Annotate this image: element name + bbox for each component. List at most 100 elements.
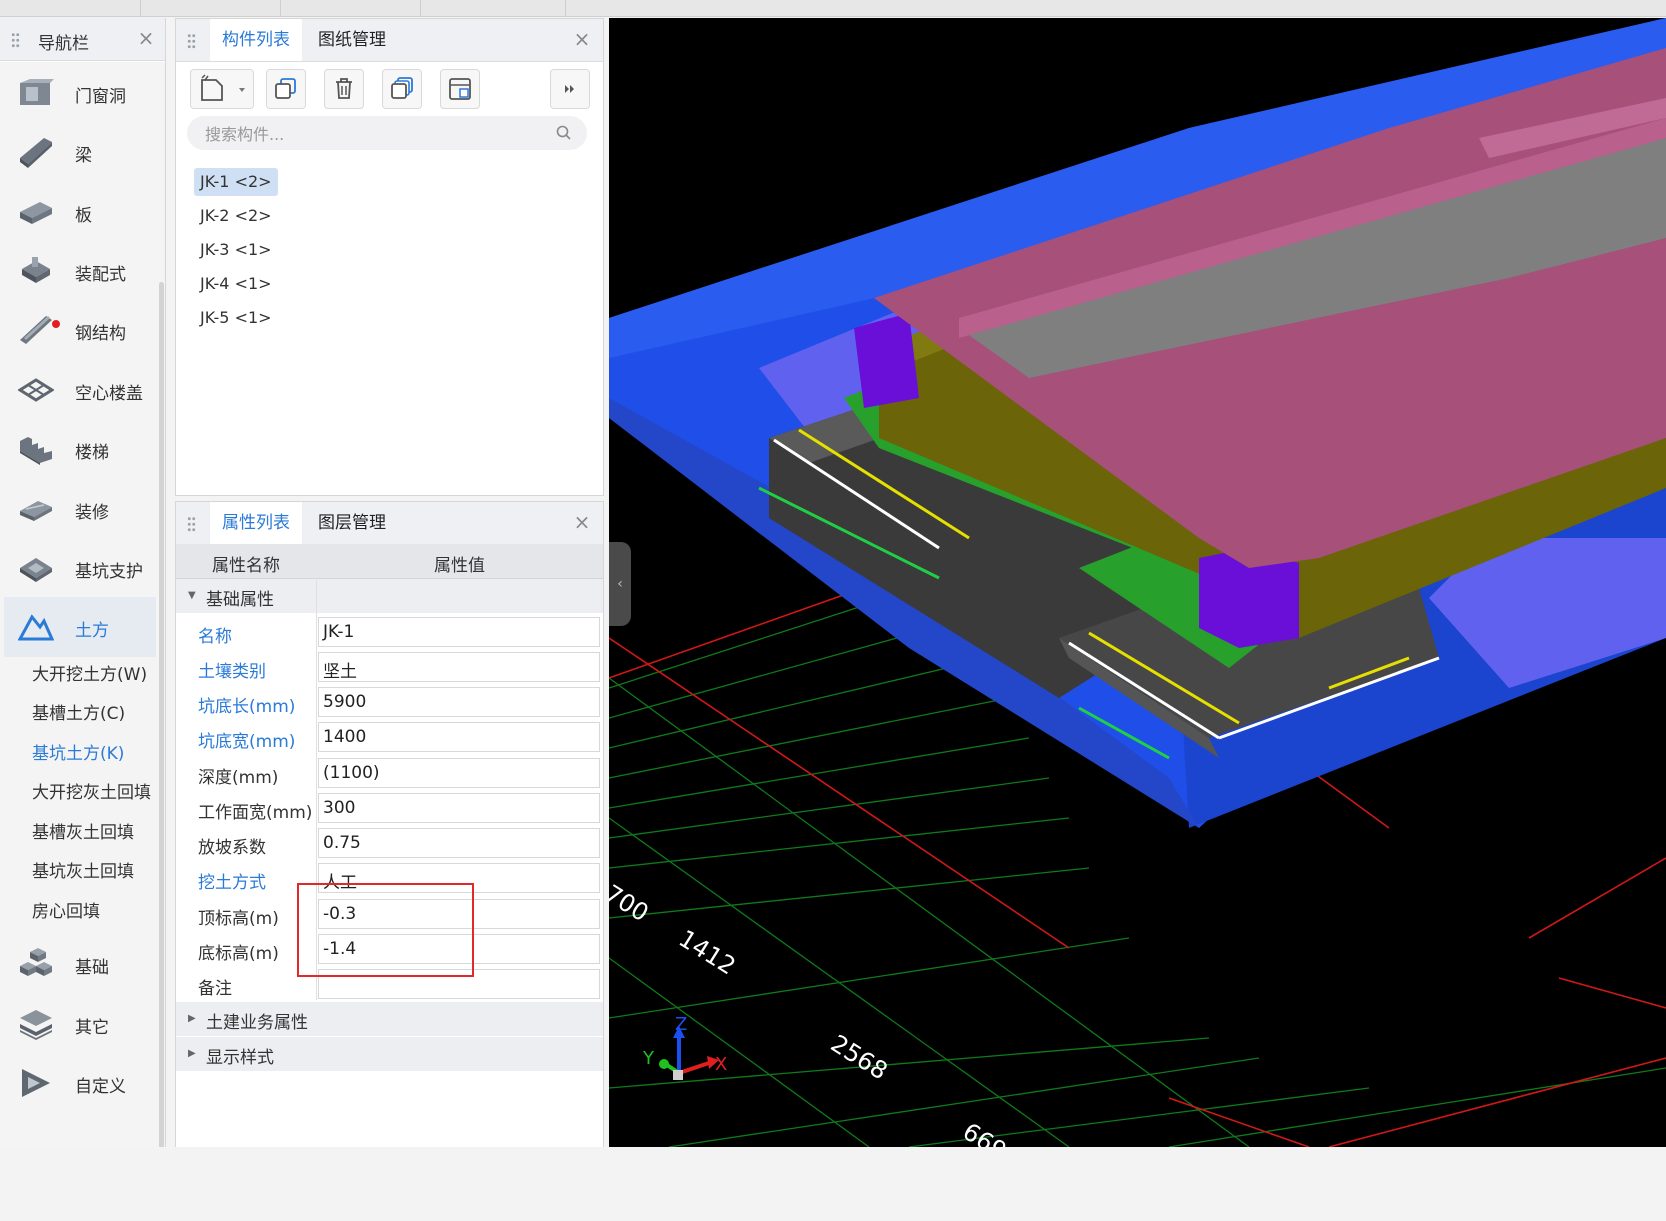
sub-item-room-backfill[interactable]: 房心回填 [32, 897, 100, 922]
component-item[interactable]: JK-3 <1> [194, 236, 278, 264]
sub-item-trench-lime-backfill[interactable]: 基槽灰土回填 [32, 818, 134, 843]
section-display-style[interactable]: ▶ 显示样式 [176, 1037, 603, 1071]
tab-property-list[interactable]: 属性列表 [210, 502, 302, 544]
property-row: 坑底宽(mm) 1400 [176, 719, 603, 754]
property-value: 5900 [323, 692, 367, 712]
sub-item-open-lime-backfill[interactable]: 大开挖灰土回填 [32, 778, 151, 803]
top-tab[interactable] [420, 0, 566, 16]
top-tab[interactable] [0, 0, 141, 16]
nav-item-label: 梁 [75, 146, 92, 166]
nav-item-prefab[interactable]: 装配式 [4, 241, 156, 301]
nav-item-hollow-floor[interactable]: 空心楼盖 [4, 360, 156, 420]
nav-item-slab[interactable]: 板 [4, 182, 156, 242]
top-tab[interactable] [280, 0, 421, 16]
nav-item-custom[interactable]: 自定义 [4, 1053, 156, 1113]
navigation-list: 门窗洞 梁 板 装配式 钢结构 空心楼盖 楼梯 装修 基坑支护 土方 大开挖土方… [0, 62, 158, 1221]
top-tab[interactable] [140, 0, 281, 16]
drag-handle-icon[interactable] [11, 32, 20, 48]
dimension-label: 2568 [826, 1029, 893, 1085]
sub-item-trench-excavation[interactable]: 基槽土方(C) [32, 699, 125, 724]
save-component-button[interactable] [440, 69, 480, 109]
section-title: 土建业务属性 [206, 1013, 308, 1033]
nav-item-earthwork[interactable]: 土方 [4, 597, 156, 657]
navigation-panel-title: 导航栏 [38, 34, 89, 54]
property-value-field[interactable]: 300 [318, 793, 600, 823]
nav-item-beam[interactable]: 梁 [4, 122, 156, 182]
navigation-panel: 导航栏 × 门窗洞 梁 板 装配式 钢结构 空心楼盖 楼梯 装修 基坑支护 土方… [0, 18, 166, 1221]
3d-viewport[interactable]: Z X Y 700 1412 2568 669 [609, 18, 1666, 1147]
sub-item-pit-lime-backfill[interactable]: 基坑灰土回填 [32, 857, 134, 882]
property-panel: 属性列表 图层管理 × 属性名称 属性值 ▼ 基础属性 名称 JK-1 土壤类别… [175, 501, 604, 1149]
axis-gizmo: Z X Y [642, 1014, 727, 1080]
notification-dot [52, 320, 60, 328]
property-value-field[interactable]: 0.75 [318, 828, 600, 858]
trash-icon [336, 78, 352, 99]
nav-item-pit-support[interactable]: 基坑支护 [4, 538, 156, 598]
property-name: 顶标高(m) [198, 909, 279, 929]
nav-item-stairs[interactable]: 楼梯 [4, 419, 156, 479]
component-item[interactable]: JK-2 <2> [194, 202, 278, 230]
caret-right-icon: ▶ [188, 1048, 196, 1059]
property-table-header: 属性名称 属性值 [176, 544, 603, 579]
axis-label-x: X [715, 1054, 727, 1075]
property-name: 土壤类别 [198, 662, 266, 682]
nav-item-label: 板 [75, 206, 92, 226]
hollow-floor-icon [18, 378, 54, 402]
copy-component-button[interactable] [266, 69, 306, 109]
property-value-field[interactable]: 1400 [318, 722, 600, 752]
navigation-scrollbar[interactable] [158, 62, 165, 1221]
nav-item-label: 装修 [75, 503, 109, 523]
section-basic-properties[interactable]: ▼ 基础属性 [176, 579, 603, 613]
axis-label-z: Z [675, 1014, 687, 1035]
property-value-field[interactable]: (1100) [318, 758, 600, 788]
new-component-button[interactable] [190, 69, 254, 109]
section-title: 基础属性 [206, 590, 274, 610]
drag-handle-icon[interactable] [187, 516, 196, 532]
dimension-label: 669 [958, 1117, 1012, 1147]
property-name: 备注 [198, 979, 232, 999]
tab-layer-management[interactable]: 图层管理 [306, 502, 398, 544]
3d-scene[interactable]: Z X Y 700 1412 2568 669 [609, 18, 1666, 1147]
component-item[interactable]: JK-4 <1> [194, 270, 278, 298]
property-value-field[interactable]: 5900 [318, 687, 600, 717]
scrollbar-thumb[interactable] [159, 282, 164, 1212]
property-value-field[interactable]: 坚土 [318, 652, 600, 682]
delete-component-button[interactable] [324, 69, 364, 109]
more-tools-button[interactable] [550, 69, 590, 109]
nav-item-foundation[interactable]: 基础 [4, 934, 156, 994]
nav-item-label: 基础 [75, 958, 109, 978]
save-table-icon [449, 78, 471, 100]
nav-item-door-window[interactable]: 门窗洞 [4, 63, 156, 123]
nav-item-label: 楼梯 [75, 443, 109, 463]
close-icon[interactable]: × [572, 510, 592, 534]
tab-component-list[interactable]: 构件列表 [210, 19, 302, 61]
sub-item-open-excavation[interactable]: 大开挖土方(W) [32, 660, 147, 685]
other-icon [20, 1010, 52, 1040]
close-icon[interactable]: × [572, 27, 592, 51]
component-item[interactable]: JK-1 <2> [194, 168, 278, 196]
sub-item-pit-excavation[interactable]: 基坑土方(K) [32, 739, 124, 764]
property-value-field[interactable]: JK-1 [318, 617, 600, 647]
drag-handle-icon[interactable] [187, 33, 196, 49]
property-name: 深度(mm) [198, 768, 279, 788]
component-item[interactable]: JK-5 <1> [194, 304, 278, 332]
search-input[interactable] [203, 122, 547, 146]
search-icon[interactable] [555, 124, 573, 142]
tab-drawing-management[interactable]: 图纸管理 [306, 19, 398, 61]
copy-to-floor-button[interactable] [382, 69, 422, 109]
nav-item-label: 基坑支护 [75, 562, 143, 582]
chevron-down-icon [239, 88, 245, 92]
panel-collapse-handle[interactable]: ‹ [609, 542, 631, 626]
earthwork-icon [18, 614, 54, 641]
nav-item-other[interactable]: 其它 [4, 994, 156, 1054]
navigation-panel-header: 导航栏 × [0, 18, 165, 61]
component-list-panel: 构件列表 图纸管理 × 搜索构件... JK-1 <2> JK-2 <2> JK… [175, 18, 604, 496]
component-search[interactable] [187, 116, 587, 150]
property-value: JK-1 [323, 622, 355, 642]
column-header-value: 属性值 [434, 556, 485, 576]
nav-item-steel-structure[interactable]: 钢结构 [4, 300, 156, 360]
close-icon[interactable]: × [136, 26, 156, 50]
nav-item-decoration[interactable]: 装修 [4, 479, 156, 539]
section-civil-business-properties[interactable]: ▶ 土建业务属性 [176, 1002, 603, 1036]
elevation-highlight-box [297, 883, 474, 977]
